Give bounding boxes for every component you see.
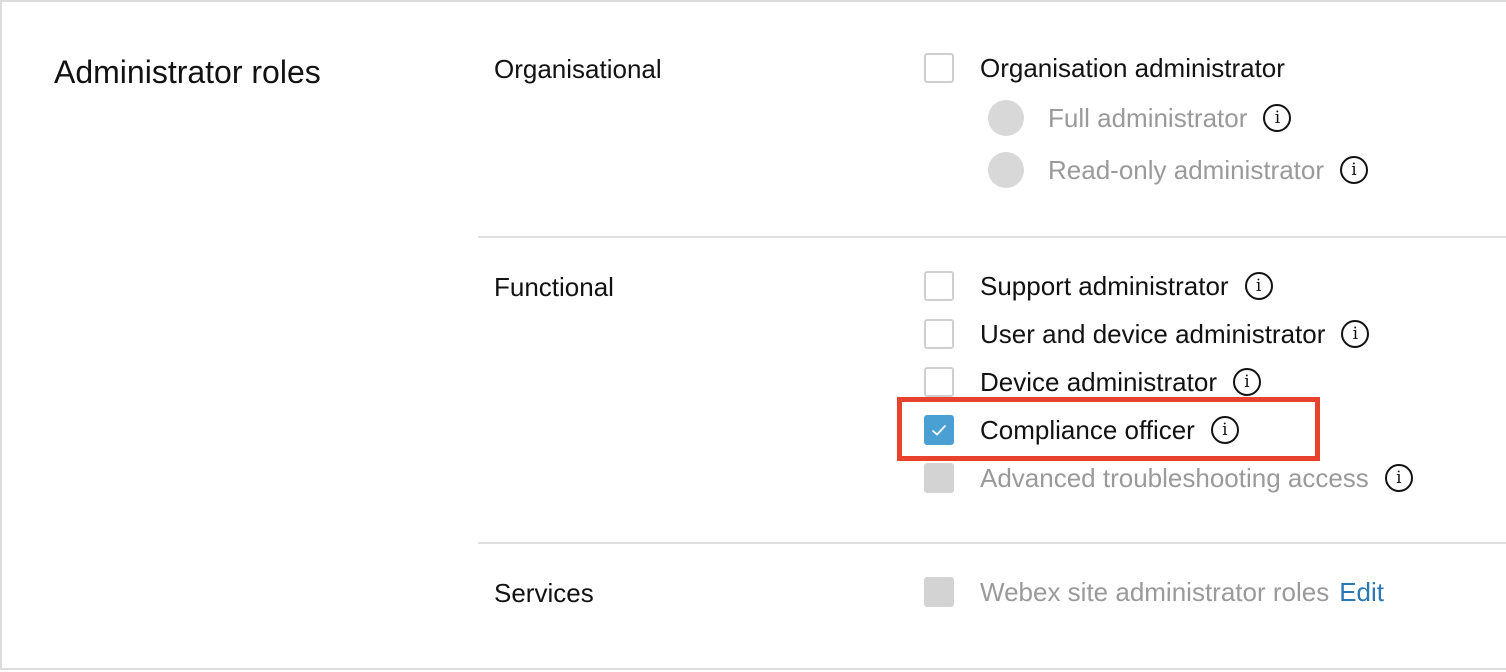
advanced-troubleshooting-access-label: Advanced troubleshooting access [980, 463, 1369, 493]
support-administrator-option[interactable]: Support administrator i [924, 268, 1273, 304]
organisation-administrator-option[interactable]: Organisation administrator [924, 50, 1285, 86]
info-icon[interactable]: i [1340, 156, 1369, 184]
full-administrator-option[interactable]: Full administrator i [988, 100, 1292, 136]
device-administrator-label: Device administrator [980, 367, 1217, 397]
info-icon[interactable]: i [1232, 368, 1261, 396]
support-administrator-label: Support administrator [980, 271, 1229, 301]
advanced-troubleshooting-access-checkbox [924, 463, 954, 493]
webex-site-administrator-roles-label: Webex site administrator roles [980, 577, 1330, 607]
info-icon[interactable]: i [1384, 464, 1413, 492]
user-and-device-administrator-label: User and device administrator [980, 319, 1326, 349]
organisation-administrator-checkbox[interactable] [924, 53, 954, 83]
page-title: Administrator roles [54, 54, 321, 90]
info-icon[interactable]: i [1244, 272, 1273, 300]
section-divider [478, 236, 1506, 238]
webex-site-administrator-roles-option: Webex site administrator roles Edit [924, 574, 1384, 610]
section-label-services: Services [494, 578, 594, 608]
highlight-box [897, 397, 1320, 461]
admin-roles-panel: Administrator roles Organisational Organ… [0, 0, 1506, 670]
full-administrator-radio[interactable] [988, 100, 1024, 136]
support-administrator-checkbox[interactable] [924, 271, 954, 301]
full-administrator-label: Full administrator [1048, 103, 1248, 133]
read-only-administrator-option[interactable]: Read-only administrator i [988, 152, 1369, 188]
user-and-device-administrator-checkbox[interactable] [924, 319, 954, 349]
device-administrator-option[interactable]: Device administrator i [924, 364, 1261, 400]
info-icon[interactable]: i [1263, 104, 1292, 132]
user-and-device-administrator-option[interactable]: User and device administrator i [924, 316, 1370, 352]
read-only-administrator-radio[interactable] [988, 152, 1024, 188]
section-divider [478, 542, 1506, 544]
section-label-organisational: Organisational [494, 54, 662, 84]
read-only-administrator-label: Read-only administrator [1048, 155, 1325, 185]
webex-site-administrator-roles-checkbox [924, 577, 954, 607]
advanced-troubleshooting-access-option: Advanced troubleshooting access i [924, 460, 1413, 496]
device-administrator-checkbox[interactable] [924, 367, 954, 397]
organisation-administrator-label: Organisation administrator [980, 53, 1285, 83]
info-icon[interactable]: i [1341, 320, 1370, 348]
edit-link[interactable]: Edit [1339, 575, 1384, 609]
section-label-functional: Functional [494, 272, 614, 302]
